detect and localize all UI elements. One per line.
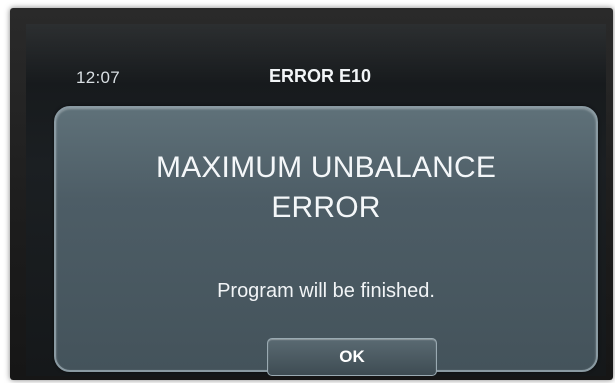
dialog-title: MAXIMUM UNBALANCE ERROR [56,148,596,228]
ok-button[interactable]: OK [267,338,437,376]
dialog-title-line1: MAXIMUM UNBALANCE [155,151,497,184]
status-bar: 12:07 ERROR E10 [26,60,606,98]
error-code-title: ERROR E10 [268,66,372,86]
error-dialog: MAXIMUM UNBALANCE ERROR Program will be … [54,106,598,376]
dialog-title-line2: ERROR [271,191,381,224]
dialog-message: Program will be finished. [217,280,435,302]
photo-frame: 12:07 ERROR E10 MAXIMUM UNBALANCE ERROR … [0,0,615,383]
display-screen: 12:07 ERROR E10 MAXIMUM UNBALANCE ERROR … [26,24,606,376]
